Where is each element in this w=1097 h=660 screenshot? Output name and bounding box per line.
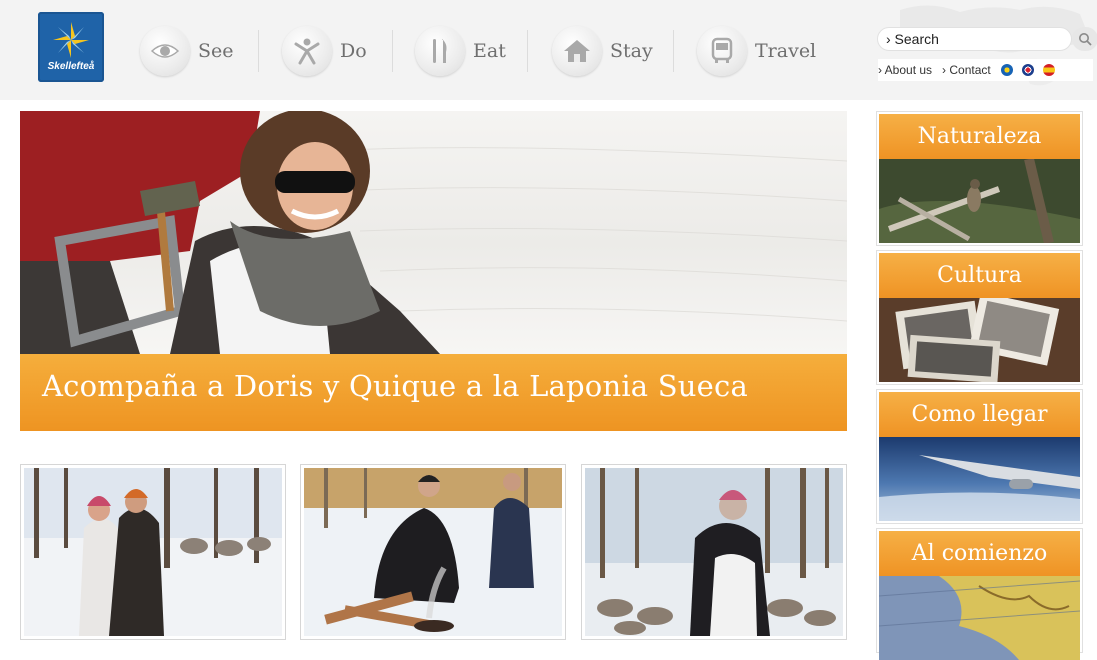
person-jump-icon xyxy=(282,26,332,76)
nav-label-stay: Stay xyxy=(610,40,653,62)
house-icon xyxy=(552,26,602,76)
hero-caption: Acompaña a Doris y Quique a la Laponia S… xyxy=(42,369,748,403)
thumbnail-2[interactable] xyxy=(300,464,566,640)
nav-divider xyxy=(392,30,393,72)
spain-flag-icon[interactable] xyxy=(1042,64,1055,76)
eye-icon xyxy=(140,26,190,76)
search-button[interactable] xyxy=(1072,27,1097,51)
nav-item-stay[interactable]: Stay xyxy=(552,25,653,77)
fork-knife-icon xyxy=(415,26,465,76)
nav-item-eat[interactable]: Eat xyxy=(415,25,506,77)
nav-item-do[interactable]: Do xyxy=(282,25,367,77)
sidebar-card-title: Al comienzo xyxy=(879,531,1080,576)
nav-label-eat: Eat xyxy=(473,40,506,62)
logo-text: Skellefteå xyxy=(47,61,95,72)
hero-caption-bar: Acompaña a Doris y Quique a la Laponia S… xyxy=(20,354,847,431)
nav-label-travel: Travel xyxy=(755,40,817,62)
campfire-in-snow-photo xyxy=(304,468,562,636)
bird-in-forest-photo xyxy=(879,159,1080,243)
search-placeholder: › Search xyxy=(886,31,939,47)
old-photographs-photo xyxy=(879,298,1080,382)
sidebar-card-title: Cultura xyxy=(879,253,1080,298)
nav-label-do: Do xyxy=(340,40,367,62)
sidebar-card-como-llegar[interactable]: Como llegar xyxy=(876,389,1083,524)
map-photo xyxy=(879,576,1080,660)
uk-flag-icon[interactable] xyxy=(1021,64,1034,76)
reindeer-herd-photo xyxy=(585,468,843,636)
nav-divider xyxy=(673,30,674,72)
hero-banner[interactable]: Acompaña a Doris y Quique a la Laponia S… xyxy=(20,111,847,431)
skelleftea-logo[interactable]: Skellefteå xyxy=(38,12,104,82)
utility-links: › About us › Contact xyxy=(878,59,1093,81)
couple-in-snow-forest-photo xyxy=(24,468,282,636)
nav-divider xyxy=(258,30,259,72)
search-input[interactable]: › Search xyxy=(877,27,1072,51)
airplane-wing-photo xyxy=(879,437,1080,521)
nav-item-see[interactable]: See xyxy=(140,25,234,77)
sidebar-card-al-comienzo[interactable]: Al comienzo xyxy=(876,528,1083,660)
bus-icon xyxy=(697,26,747,76)
nav-divider xyxy=(527,30,528,72)
hero-photo xyxy=(20,111,847,354)
about-us-link[interactable]: › About us xyxy=(878,63,932,77)
thumbnail-1[interactable] xyxy=(20,464,286,640)
sidebar-card-naturaleza[interactable]: Naturaleza xyxy=(876,111,1083,246)
nav-label-see: See xyxy=(198,40,234,62)
site-header: Skellefteå See Do Eat Stay Travel › Sear… xyxy=(0,0,1097,100)
sidebar-card-title: Naturaleza xyxy=(879,114,1080,159)
search-icon xyxy=(1079,33,1092,46)
swedish-flag-icon[interactable] xyxy=(1000,64,1013,76)
sidebar-card-title: Como llegar xyxy=(879,392,1080,437)
nav-item-travel[interactable]: Travel xyxy=(697,25,816,77)
sidebar-card-cultura[interactable]: Cultura xyxy=(876,250,1083,385)
contact-link[interactable]: › Contact xyxy=(942,63,991,77)
thumbnail-3[interactable] xyxy=(581,464,847,640)
